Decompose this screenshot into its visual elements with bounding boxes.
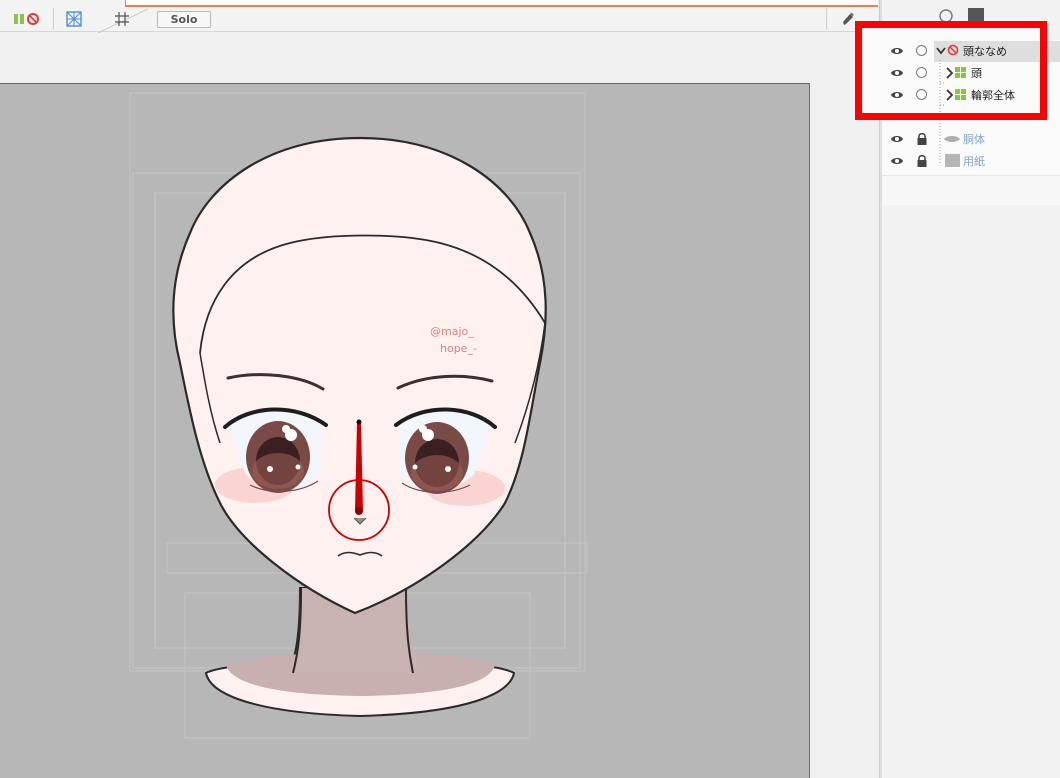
layer-list-footer — [882, 175, 1060, 205]
mesh-edit-icon[interactable] — [62, 9, 86, 29]
eye-icon[interactable] — [891, 89, 903, 101]
live2d-editor-window: Solo @majo_ hope_- 頭ななめ 頭 輪郭全体 胴体 用紙 — [0, 0, 1060, 778]
lock-icon[interactable] — [916, 132, 928, 146]
toolbar: Solo — [0, 0, 878, 33]
layer-name: 胴体 — [963, 133, 985, 146]
eye-icon[interactable] — [891, 155, 903, 167]
layer-row-head-tilt[interactable]: 頭ななめ — [881, 40, 1060, 62]
lock-icon[interactable] — [916, 154, 928, 168]
panel-header-icons — [880, 6, 1060, 26]
part-group-icon — [955, 89, 966, 100]
part-group-icon — [955, 67, 966, 78]
toolbar-separator — [826, 8, 827, 30]
eye-icon[interactable] — [891, 45, 903, 57]
grid-icon[interactable] — [112, 9, 132, 29]
eye-icon[interactable] — [891, 67, 903, 79]
model-drawing: @majo_ hope_- — [129, 92, 588, 739]
group-color-icon[interactable] — [12, 9, 42, 29]
watermark-line-2: hope_- — [440, 342, 477, 355]
layer-name: 頭 — [971, 67, 982, 80]
lock-toggle-icon[interactable] — [916, 45, 927, 56]
head — [172, 136, 547, 615]
watermark-line-1: @majo_ — [430, 325, 474, 338]
canvas-viewport[interactable]: @majo_ hope_- — [0, 33, 878, 778]
toolbar-separator — [53, 8, 54, 30]
layer-row-contour[interactable]: 輪郭全体 — [881, 84, 1060, 106]
layer-name: 頭ななめ — [963, 45, 1007, 58]
solo-button[interactable]: Solo — [157, 11, 211, 28]
layer-row-body[interactable]: 胴体 — [881, 128, 1060, 150]
layer-name: 用紙 — [963, 155, 985, 168]
lock-toggle-icon[interactable] — [916, 89, 927, 100]
layer-row-paper[interactable]: 用紙 — [881, 150, 1060, 172]
eye-icon[interactable] — [891, 133, 903, 145]
tree-lines — [939, 60, 946, 165]
pen-icon[interactable] — [838, 9, 858, 29]
document-tab-accent — [125, 0, 878, 7]
layer-row-head[interactable]: 頭 — [881, 62, 1060, 84]
parts-panel — [879, 0, 1060, 778]
layer-name: 輪郭全体 — [971, 89, 1015, 102]
lock-toggle-icon[interactable] — [916, 67, 927, 78]
